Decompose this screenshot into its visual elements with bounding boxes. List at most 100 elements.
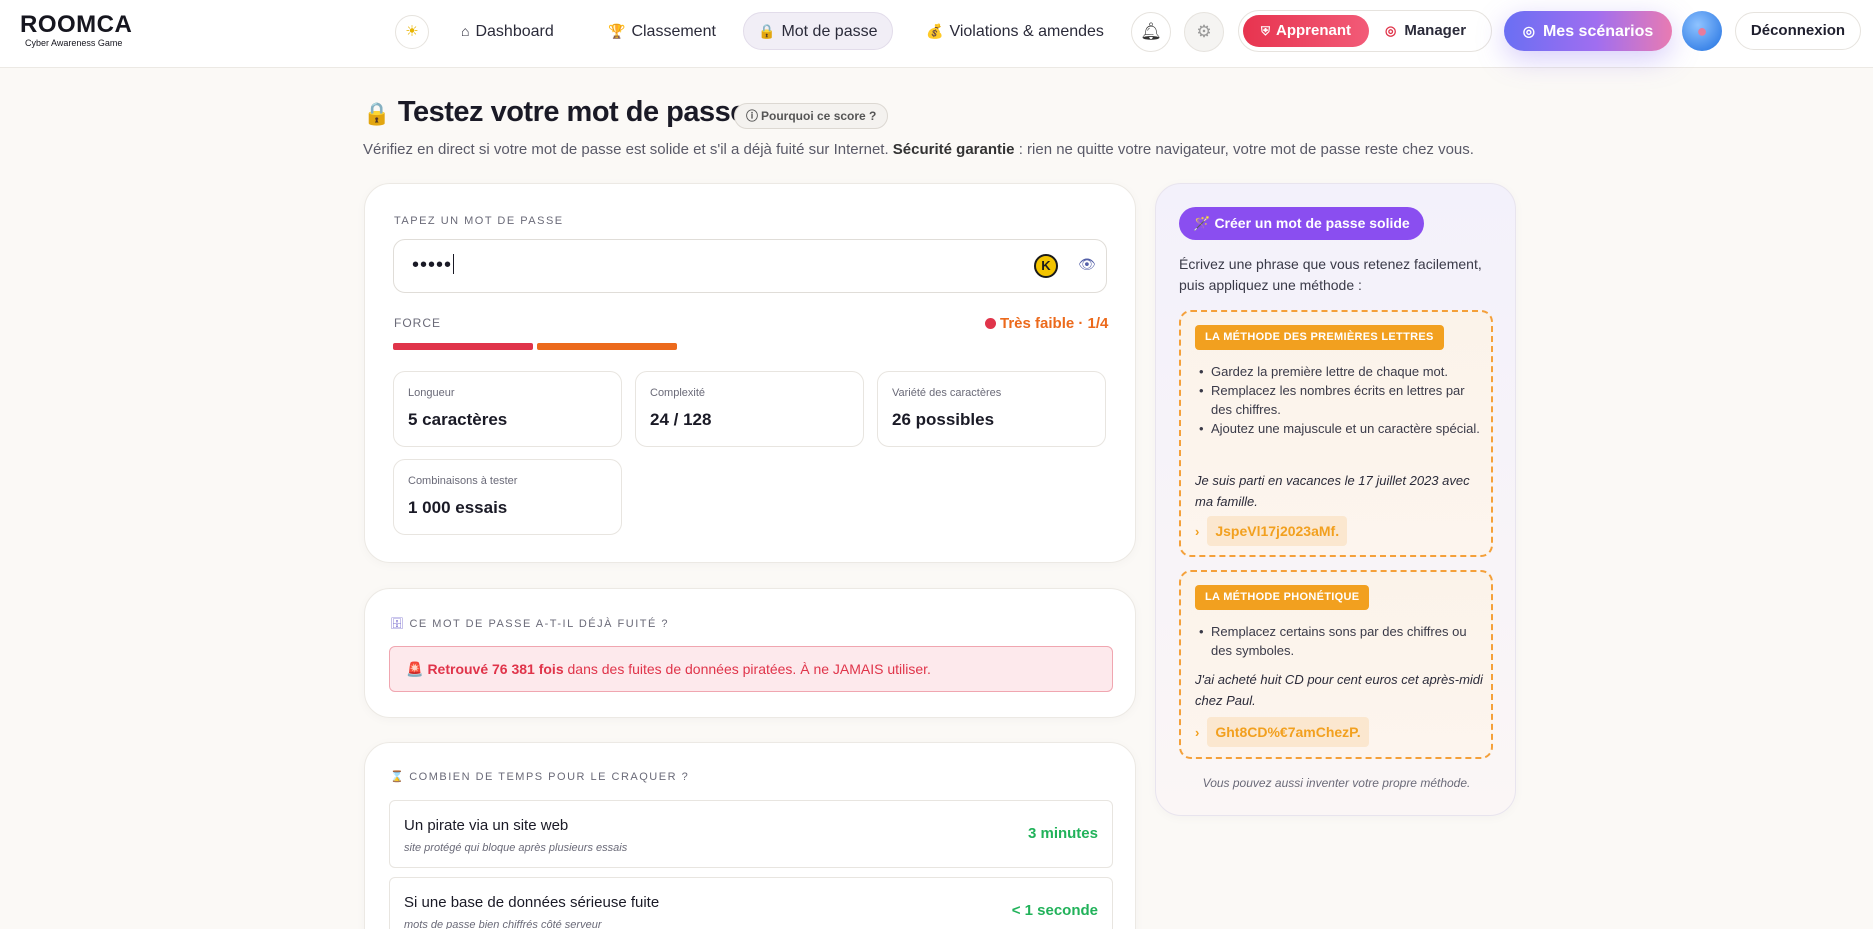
crack-row-title: Un pirate via un site web [404,817,569,834]
crack-row-time: < 1 seconde [1011,902,1098,919]
leak-message-rest: dans des fuites de données piratées. À n… [567,661,931,677]
method-result-code: JspeVl17j2023aMf. [1207,516,1348,546]
stat-card: Combinaisons à tester 1 000 essais [393,459,622,535]
info-icon: ⓘ [746,109,759,123]
target-icon: ◎ [1385,23,1397,38]
nav-violations[interactable]: 💰 Violations & amendes [912,12,1118,50]
crack-row: Si une base de données sérieuse fuite mo… [389,877,1113,929]
stat-value: 5 caractères [408,410,508,429]
nav-mot-de-passe[interactable]: 🔒 Mot de passe [743,12,893,50]
trophy-icon: 🏆 [608,23,626,39]
subtitle-text-end: : rien ne quitte votre navigateur, votre… [1018,141,1474,158]
page-title: 🔒 Testez votre mot de passe [363,96,746,129]
target-icon: ◎ [1522,23,1535,39]
side-footer: Vous pouvez aussi inventer votre propre … [1202,776,1471,790]
lock-icon: 🔒 [363,101,390,126]
leak-title: 🗄 CE MOT DE PASSE A-T-IL DÉJÀ FUITÉ ? [390,618,669,630]
leak-check-card: 🗄 CE MOT DE PASSE A-T-IL DÉJÀ FUITÉ ? 🚨 Re… [364,588,1136,718]
force-meter-segment [393,343,533,350]
avatar[interactable]: ● [1682,11,1722,51]
leak-count: Retrouvé 76 381 fois [427,661,564,677]
lock-icon: 🔒 [758,23,776,39]
crack-time-card: ⌛ COMBIEN DE TEMPS POUR LE CRAQUER ? Un p… [364,742,1136,929]
role-manager-label: Manager [1404,22,1467,39]
force-label: FORCE [394,316,441,330]
side-intro: Écrivez une phrase que vous retenez faci… [1179,256,1482,293]
siren-icon: 🚨 [406,661,424,677]
crack-title: ⌛ COMBIEN DE TEMPS POUR LE CRAQUER ? [390,771,690,783]
stat-label: Variété des caractères [892,387,1002,399]
nav-dashboard[interactable]: ⌂ Dashboard [447,12,568,50]
gear-icon: ⚙ [1196,22,1212,41]
why-score-label: Pourquoi ce score ? [761,109,877,123]
hourglass-icon: ⌛ [390,771,406,783]
home-icon: ⌂ [461,23,470,39]
leak-message: 🚨 Retrouvé 76 381 fois dans des fuites de… [406,661,931,678]
red-dot-icon [985,318,996,329]
nav-classement-label: Classement [631,23,716,40]
stat-card: Complexité 24 / 128 [635,371,864,447]
logout-button[interactable]: Déconnexion [1735,12,1861,50]
method-result: › Ght8CD%€7amChezP. [1195,717,1369,747]
force-meter-segment [681,343,821,350]
crack-row-time: 3 minutes [1027,825,1098,842]
method-bullet: Ajoutez une majuscule et un caractère sp… [1195,419,1485,438]
method-example: J'ai acheté huit CD pour cent euros cet … [1195,672,1483,708]
money-bag-icon: 💰 [926,23,944,39]
theme-toggle-button[interactable]: ☀ [395,15,429,49]
notifications-button[interactable]: 🔔︎ [1131,12,1171,52]
eye-icon[interactable]: 👁 [1078,256,1096,273]
role-apprenant-label: Apprenant [1276,22,1351,39]
page-subtitle: Vérifiez en direct si votre mot de passe… [363,141,1474,158]
stat-value: 24 / 128 [650,410,712,429]
stat-card: Longueur 5 caractères [393,371,622,447]
chevron-right-icon: › [1195,523,1200,539]
stat-value: 1 000 essais [408,498,508,517]
role-manager-button[interactable]: ◎ Manager [1385,15,1485,47]
force-meter-segment [537,343,677,350]
subtitle-bold: Sécurité garantie [892,141,1015,158]
force-meter-segment [825,343,965,350]
magic-wand-icon: 🪄 [1193,215,1211,231]
stat-label: Complexité [650,387,706,399]
logo-subtitle: Cyber Awareness Game [25,38,123,48]
nav-classement[interactable]: 🏆 Classement [594,12,730,50]
bell-icon: 🔔︎ [1140,22,1162,41]
password-label: TAPEZ UN MOT DE PASSE [394,215,564,227]
logo[interactable]: ROOMCA Cyber Awareness Game [20,12,132,49]
crack-row-subtitle: mots de passe bien chiffrés côté serveur [404,919,602,929]
chevron-right-icon: › [1195,724,1200,740]
method-result: › JspeVl17j2023aMf. [1195,516,1348,546]
mes-scenarios-button[interactable]: ◎ Mes scénarios [1504,11,1672,51]
method-result-code: Ght8CD%€7amChezP. [1207,717,1369,747]
create-password-panel: 🪄 Créer un mot de passe solide Écrivez un… [1155,183,1516,816]
crack-row: Un pirate via un site web site protégé q… [389,800,1113,868]
nav-mot-de-passe-label: Mot de passe [781,23,878,40]
create-password-button[interactable]: 🪄 Créer un mot de passe solide [1179,207,1424,240]
method-bullet: Gardez la première lettre de chaque mot. [1195,362,1485,381]
method-tag: LA MÉTHODE DES PREMIÈRES LETTRES [1195,325,1444,350]
database-icon: 🗄 [390,618,406,630]
nav-violations-label: Violations & amendes [949,23,1104,40]
brain-icon: ● [1696,21,1708,41]
method-example: Je suis parti en vacances le 17 juillet … [1195,473,1470,509]
crack-row-title: Si une base de données sérieuse fuite [404,894,660,911]
why-score-badge[interactable]: ⓘ Pourquoi ce score ? [734,103,889,129]
method-phonetic: LA MÉTHODE PHONÉTIQUE Remplacez certains… [1179,570,1493,759]
top-navbar: ROOMCA Cyber Awareness Game ☀ ⌂ Dashboard… [0,0,1873,68]
stat-card: Variété des caractères 26 possibles [877,371,1106,447]
method-bullets: Gardez la première lettre de chaque mot.… [1195,362,1485,438]
force-meter-segment [969,343,1109,350]
role-apprenant-button[interactable]: ⛨ Apprenant [1243,15,1369,47]
keeper-icon[interactable]: K [1034,254,1058,278]
method-bullets: Remplacez certains sons par des chiffres… [1195,622,1485,660]
password-input[interactable]: ••••• K 👁 [393,239,1107,293]
settings-button[interactable]: ⚙ [1184,12,1224,52]
method-first-letters: LA MÉTHODE DES PREMIÈRES LETTRES Gardez … [1179,310,1493,557]
role-switch: ⛨ Apprenant ◎ Manager [1238,10,1492,52]
stat-value: 26 possibles [892,410,995,429]
method-bullet: Remplacez certains sons par des chiffres… [1195,622,1485,660]
stat-label: Combinaisons à tester [408,475,518,487]
crack-row-subtitle: site protégé qui bloque après plusieurs … [404,842,628,854]
sun-icon: ☀ [405,23,419,40]
